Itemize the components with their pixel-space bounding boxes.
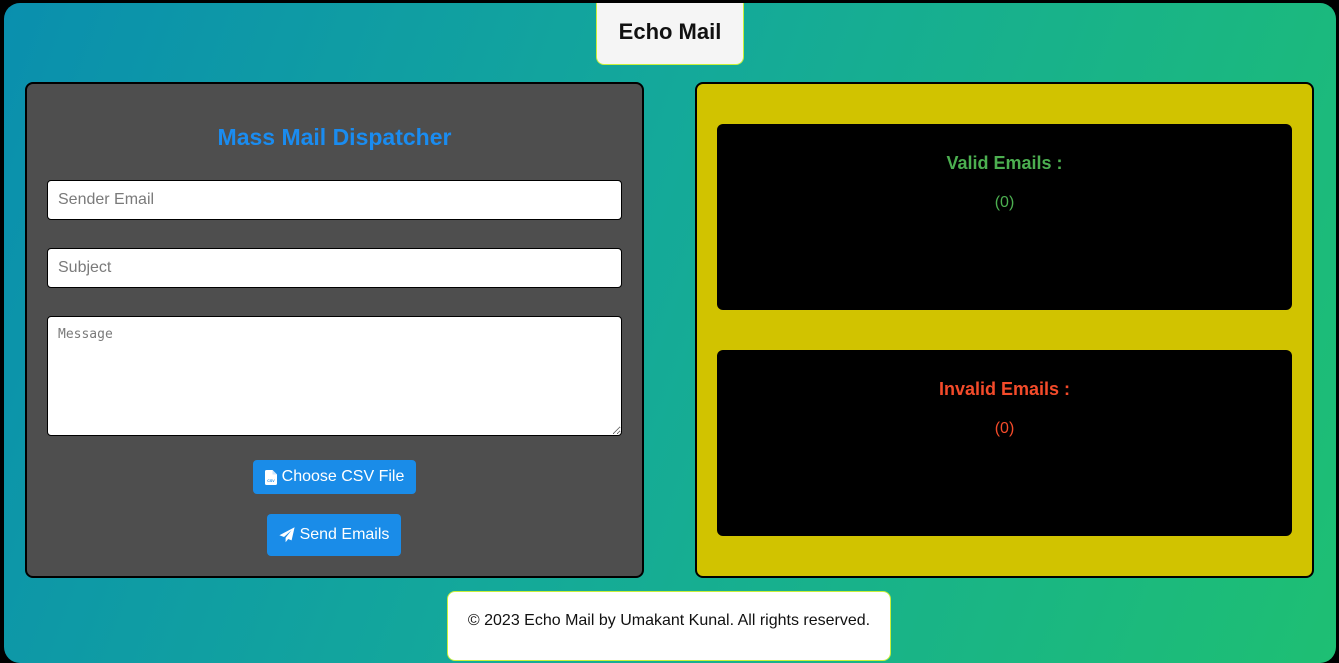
file-csv-icon: CSV — [264, 469, 277, 485]
send-emails-label: Send Emails — [299, 526, 390, 543]
app-title: Echo Mail — [618, 19, 722, 44]
choose-csv-label: Choose CSV File — [281, 468, 405, 485]
mail-form-panel: Mass Mail Dispatcher CSV Choose CSV File… — [25, 82, 644, 578]
footer: © 2023 Echo Mail by Umakant Kunal. All r… — [447, 591, 891, 661]
message-textarea[interactable] — [47, 316, 622, 436]
valid-emails-box: Valid Emails : (0) — [717, 124, 1292, 310]
form-title: Mass Mail Dispatcher — [217, 124, 452, 150]
sender-email-input[interactable] — [47, 180, 622, 220]
invalid-emails-count: (0) — [994, 420, 1015, 437]
invalid-emails-heading: Invalid Emails : — [938, 379, 1071, 399]
app-background: Echo Mail Mass Mail Dispatcher CSV Choos… — [4, 3, 1336, 663]
paper-plane-icon — [278, 527, 295, 543]
results-panel: Valid Emails : (0) Invalid Emails : (0) — [695, 82, 1314, 578]
header: Echo Mail — [596, 3, 744, 65]
subject-input[interactable] — [47, 248, 622, 288]
invalid-emails-box: Invalid Emails : (0) — [717, 350, 1292, 536]
svg-text:CSV: CSV — [267, 479, 275, 483]
send-emails-button[interactable]: Send Emails — [267, 514, 401, 556]
valid-emails-count: (0) — [994, 194, 1015, 211]
choose-csv-button[interactable]: CSV Choose CSV File — [253, 460, 416, 494]
copyright-text: © 2023 Echo Mail by Umakant Kunal. All r… — [467, 612, 871, 629]
valid-emails-heading: Valid Emails : — [946, 153, 1063, 173]
